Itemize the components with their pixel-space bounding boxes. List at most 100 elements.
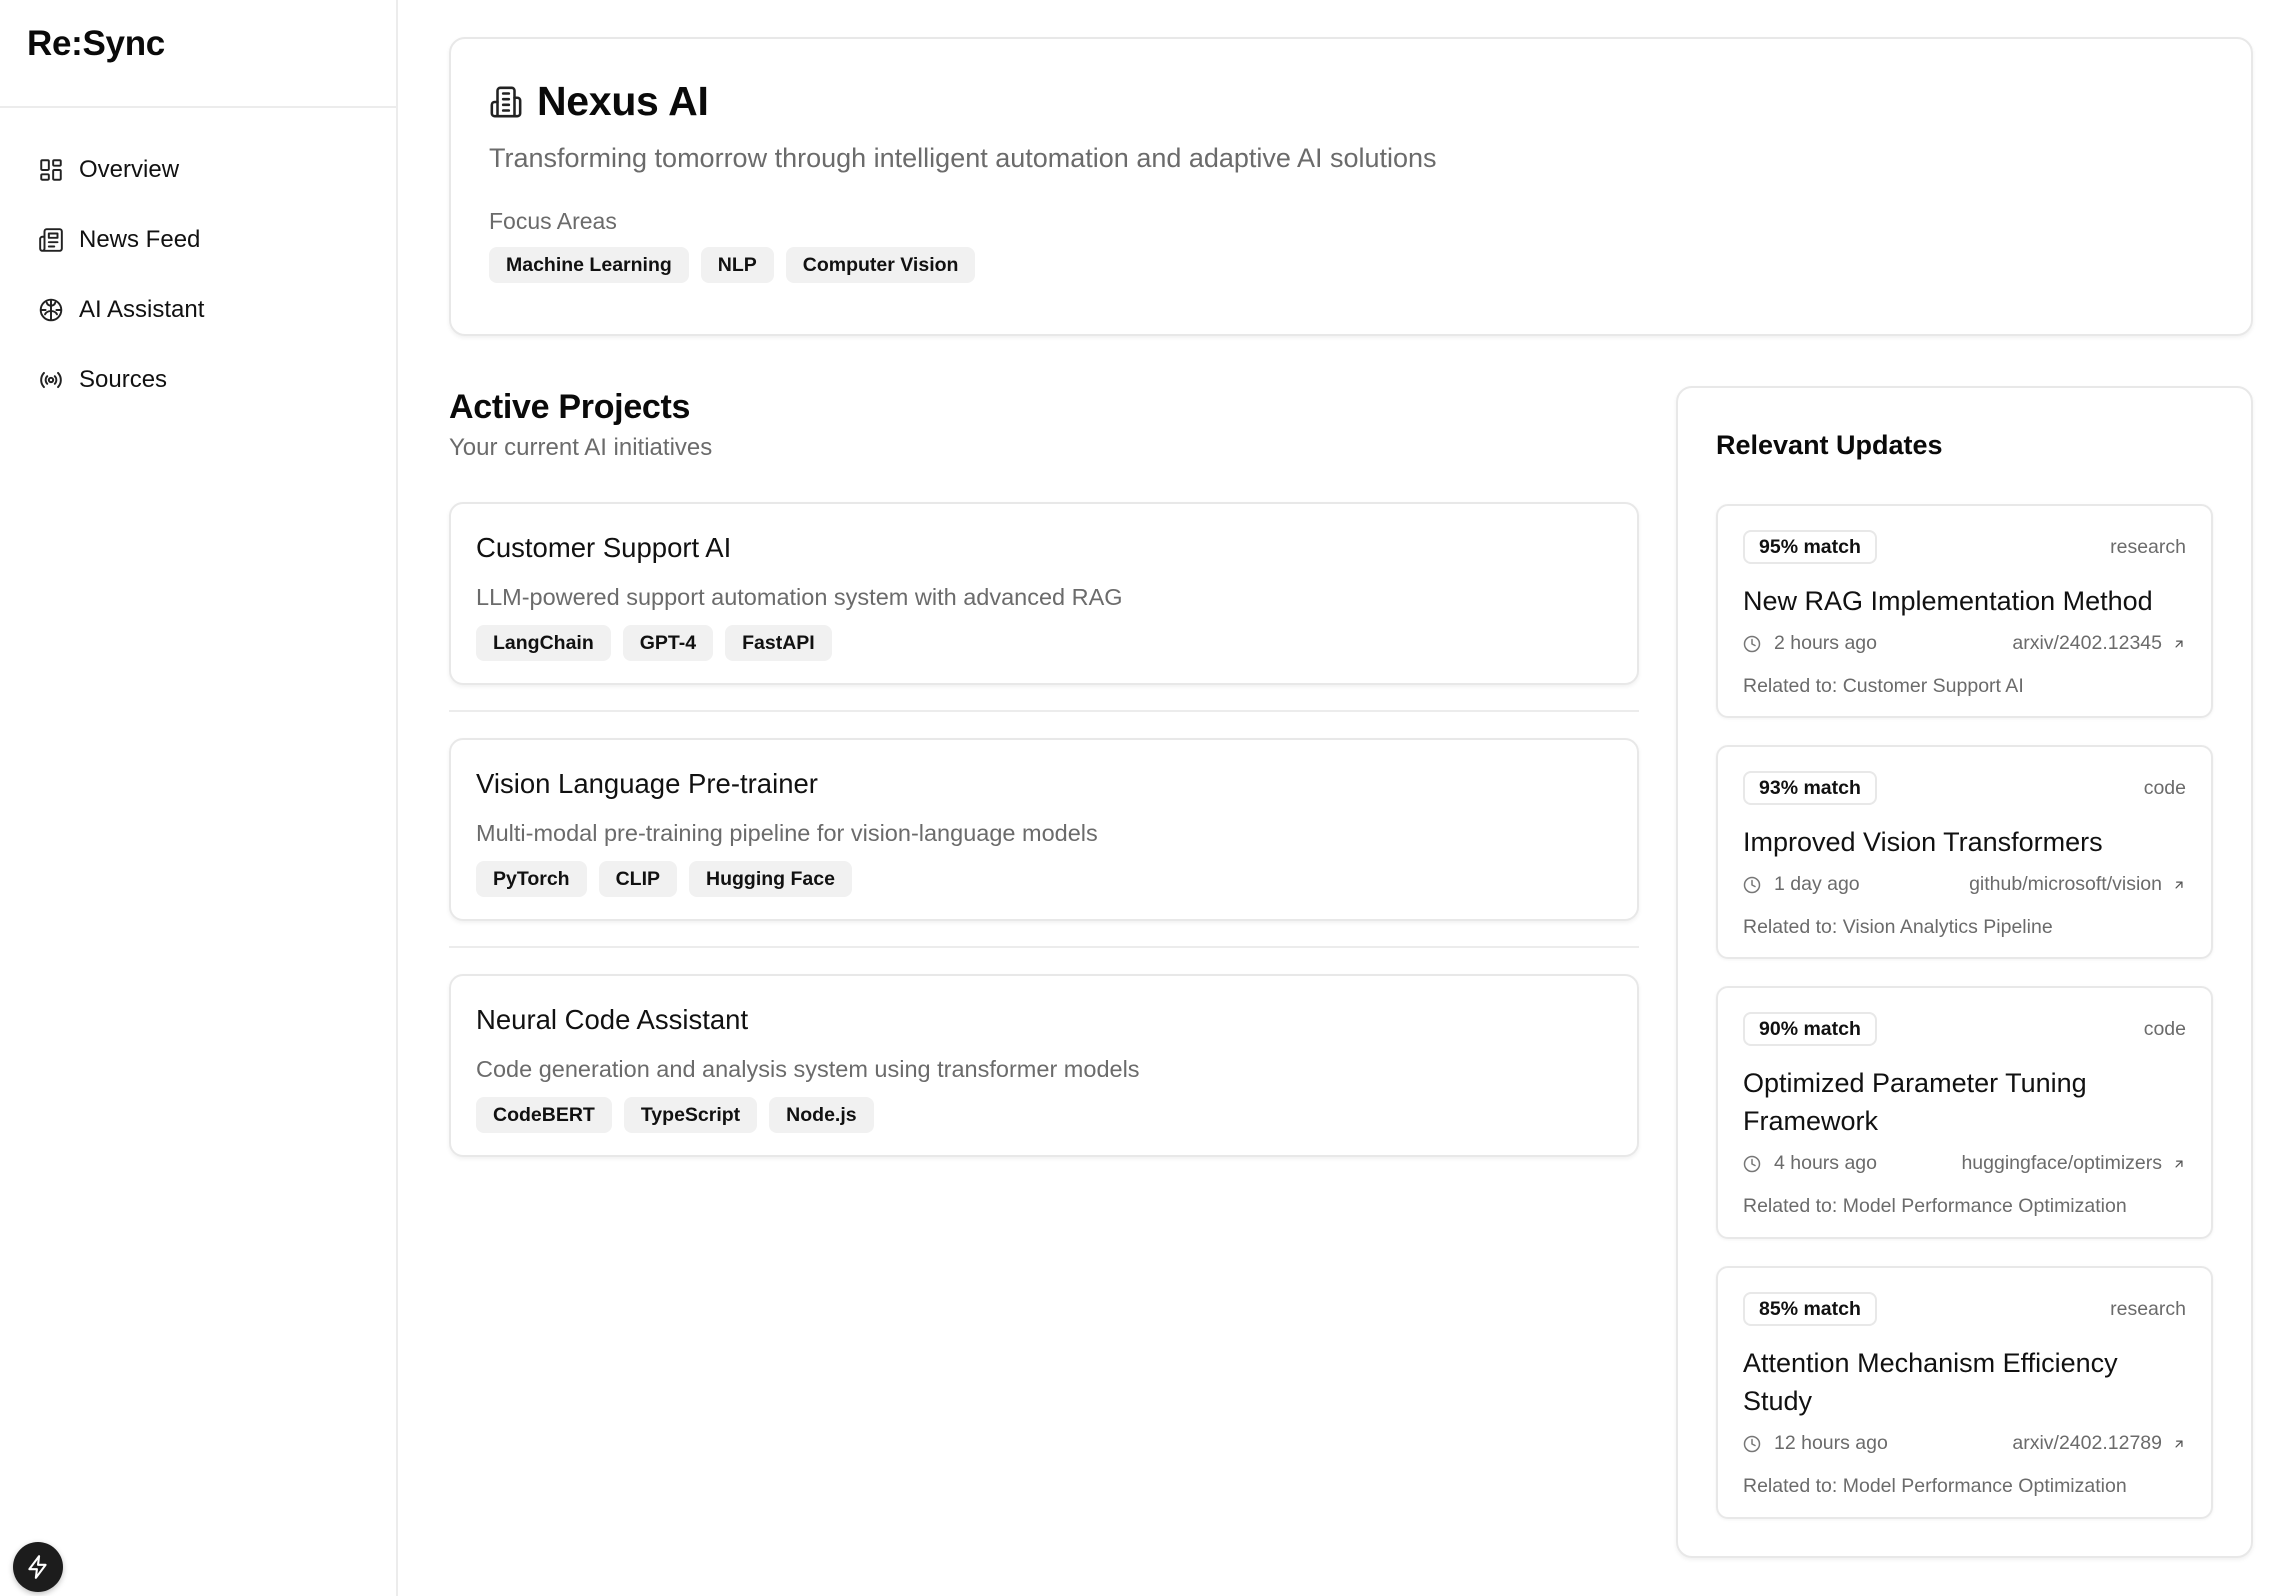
tech-tag: PyTorch [476, 861, 587, 897]
sidebar-item-ai-assistant[interactable]: AI Assistant [16, 282, 380, 338]
company-tagline: Transforming tomorrow through intelligen… [489, 143, 1437, 173]
match-badge: 93% match [1743, 771, 1877, 805]
update-time-text: 12 hours ago [1774, 1432, 1888, 1454]
tech-tag: TypeScript [623, 1097, 758, 1133]
project-description: Multi-modal pre-training pipeline for vi… [476, 820, 1098, 846]
match-badge: 95% match [1743, 530, 1877, 564]
layout-dashboard-icon [40, 159, 62, 181]
radio-icon [40, 371, 62, 389]
update-title: Attention Mechanism Efficiency Study [1743, 1348, 2118, 1416]
relevant-updates-panel: Relevant Updates 95% match research New … [1676, 386, 2253, 1558]
sidebar-item-sources[interactable]: Sources [16, 352, 380, 408]
update-time-text: 4 hours ago [1774, 1152, 1877, 1174]
update-related: Related to: Customer Support AI [1743, 675, 2024, 697]
focus-area-chip: NLP [700, 247, 774, 283]
project-card[interactable]: Neural Code Assistant Code generation an… [449, 974, 1639, 1157]
external-link-icon [2175, 880, 2183, 889]
external-link-icon [2175, 639, 2183, 648]
active-projects-subtitle: Your current AI initiatives [449, 434, 713, 461]
source-link-text: arxiv/2402.12789 [2012, 1432, 2162, 1454]
project-name: Customer Support AI [476, 532, 732, 563]
update-card[interactable]: 93% match code Improved Vision Transform… [1716, 745, 2213, 959]
update-time: 1 day ago [1743, 873, 1860, 896]
update-type: research [2110, 535, 2186, 558]
sidebar-item-label: News Feed [79, 226, 201, 253]
match-badge: 90% match [1743, 1012, 1877, 1046]
update-related: Related to: Model Performance Optimizati… [1743, 1195, 2127, 1217]
update-card[interactable]: 95% match research New RAG Implementatio… [1716, 504, 2213, 718]
tech-tag: LangChain [476, 625, 611, 661]
update-card[interactable]: 85% match research Attention Mechanism E… [1716, 1266, 2213, 1519]
update-related: Related to: Vision Analytics Pipeline [1743, 916, 2053, 938]
update-meta: 4 hours ago huggingface/optimizers [1743, 1152, 2186, 1175]
tech-tag: Hugging Face [689, 861, 852, 897]
sidebar-item-label: Overview [79, 156, 180, 183]
update-time-text: 2 hours ago [1774, 632, 1877, 654]
brain-icon [39, 298, 63, 322]
focus-areas-list: Machine Learning NLP Computer Vision [489, 247, 2213, 283]
sidebar-item-overview[interactable]: Overview [16, 142, 380, 198]
source-link[interactable]: arxiv/2402.12789 [2012, 1432, 2186, 1455]
clock-icon [1743, 1155, 1761, 1172]
tech-tag: CLIP [598, 861, 677, 897]
source-link[interactable]: github/microsoft/vision [1969, 873, 2186, 896]
source-link-text: arxiv/2402.12345 [2012, 632, 2162, 654]
update-header: 90% match code [1743, 1012, 2186, 1046]
focus-area-chip: Machine Learning [489, 247, 689, 283]
quick-action-button[interactable] [13, 1542, 63, 1592]
update-title: Improved Vision Transformers [1743, 827, 2103, 857]
update-time: 12 hours ago [1743, 1432, 1888, 1455]
focus-area-chip: Computer Vision [785, 247, 976, 283]
tech-tag: Node.js [769, 1097, 874, 1133]
project-description: LLM-powered support automation system wi… [476, 584, 1123, 610]
update-meta: 1 day ago github/microsoft/vision [1743, 873, 2186, 896]
update-time: 2 hours ago [1743, 632, 1877, 655]
project-tags: LangChain GPT-4 FastAPI [476, 625, 1612, 661]
divider [449, 710, 1639, 712]
clock-icon [1743, 1435, 1761, 1452]
divider [449, 946, 1639, 948]
project-card[interactable]: Vision Language Pre-trainer Multi-modal … [449, 738, 1639, 921]
update-meta: 12 hours ago arxiv/2402.12789 [1743, 1432, 2186, 1455]
update-time-text: 1 day ago [1774, 873, 1860, 895]
sidebar: Re:Sync Overview News Feed AI Assistant … [0, 0, 398, 1596]
building-icon [490, 86, 522, 117]
project-card[interactable]: Customer Support AI LLM-powered support … [449, 502, 1639, 685]
tech-tag: CodeBERT [476, 1097, 612, 1133]
sidebar-item-label: AI Assistant [79, 296, 205, 323]
tech-tag: FastAPI [725, 625, 832, 661]
update-header: 95% match research [1743, 530, 2186, 564]
sidebar-item-label: Sources [79, 366, 168, 393]
app-logo: Re:Sync [0, 0, 396, 108]
project-name: Neural Code Assistant [476, 1004, 749, 1035]
focus-areas-label: Focus Areas [489, 208, 617, 234]
update-type: code [2143, 776, 2186, 799]
company-card: Nexus AI Transforming tomorrow through i… [449, 37, 2253, 336]
source-link[interactable]: arxiv/2402.12345 [2012, 632, 2186, 655]
match-badge: 85% match [1743, 1292, 1877, 1326]
project-description: Code generation and analysis system usin… [476, 1056, 1140, 1082]
update-card[interactable]: 90% match code Optimized Parameter Tunin… [1716, 986, 2213, 1239]
active-projects-title: Active Projects [449, 388, 691, 426]
company-header: Nexus AI [489, 78, 2213, 125]
update-header: 85% match research [1743, 1292, 2186, 1326]
update-title: New RAG Implementation Method [1743, 586, 2153, 616]
update-type: research [2110, 1297, 2186, 1320]
project-tags: PyTorch CLIP Hugging Face [476, 861, 1612, 897]
source-link[interactable]: huggingface/optimizers [1961, 1152, 2186, 1175]
update-meta: 2 hours ago arxiv/2402.12345 [1743, 632, 2186, 655]
newspaper-icon [39, 228, 63, 252]
source-link-text: github/microsoft/vision [1969, 873, 2162, 895]
clock-icon [1743, 635, 1761, 652]
update-time: 4 hours ago [1743, 1152, 1877, 1175]
sidebar-item-news-feed[interactable]: News Feed [16, 212, 380, 268]
update-title: Optimized Parameter Tuning Framework [1743, 1068, 2087, 1136]
project-name: Vision Language Pre-trainer [476, 768, 818, 799]
update-related: Related to: Model Performance Optimizati… [1743, 1475, 2127, 1497]
update-header: 93% match code [1743, 771, 2186, 805]
clock-icon [1743, 876, 1761, 893]
source-link-text: huggingface/optimizers [1961, 1152, 2162, 1174]
update-type: code [2143, 1017, 2186, 1040]
external-link-icon [2175, 1439, 2183, 1448]
project-tags: CodeBERT TypeScript Node.js [476, 1097, 1612, 1133]
